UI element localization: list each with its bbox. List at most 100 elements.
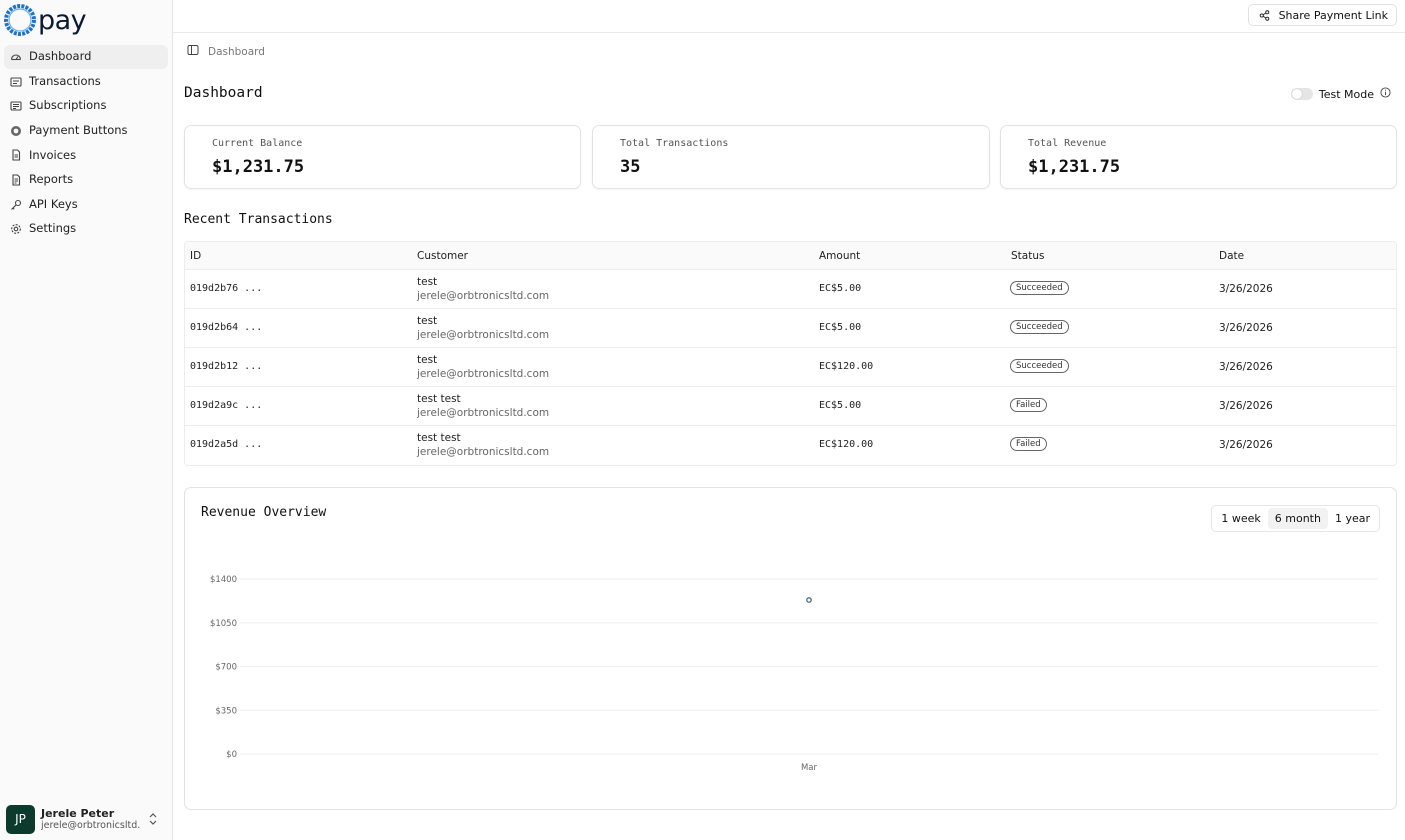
total-revenue-card: Total Revenue $1,231.75: [1000, 125, 1397, 189]
customer-email: jerele@orbtronicsltd.com: [417, 446, 550, 458]
test-mode-toggle[interactable]: [1290, 88, 1313, 100]
key-icon: [9, 198, 22, 211]
sidebar-item-reports[interactable]: Reports: [4, 168, 168, 192]
user-name: Jerele Peter: [41, 806, 115, 820]
column-header-status: Status: [1011, 250, 1045, 262]
table-row[interactable]: 019d2b76 ... test jerele@orbtronicsltd.com…: [185, 270, 1396, 309]
sidebar-item-label: Subscriptions: [29, 98, 107, 113]
table-header: ID Customer Amount Status Date: [185, 242, 1396, 270]
customer-email: jerele@orbtronicsltd.com: [417, 329, 550, 341]
stat-value: $1,231.75: [1028, 157, 1121, 177]
transaction-id: 019d2b64 ...: [190, 322, 263, 333]
page-title: Dashboard: [184, 85, 263, 101]
column-header-customer: Customer: [417, 250, 469, 262]
transaction-amount: EC$5.00: [819, 283, 862, 294]
sidebar-item-settings[interactable]: Settings: [4, 217, 168, 241]
sidebar-nav: Dashboard Transactions Subscriptions Paymen…: [4, 45, 168, 242]
y-tick-label: $0: [226, 750, 237, 760]
gear-icon: [9, 223, 22, 236]
table-row[interactable]: 019d2a9c ... test test jerele@orbtronicslt…: [185, 387, 1396, 426]
sidebar-item-label: Transactions: [29, 73, 101, 88]
topbar: Share Payment Link: [173, 0, 1405, 33]
customer-email: jerele@orbtronicsltd.com: [417, 290, 550, 302]
sidebar-item-label: API Keys: [29, 196, 78, 211]
recent-transactions-table: ID Customer Amount Status Date 019d2b76 …: [184, 241, 1397, 466]
file-icon: [9, 149, 22, 162]
share-payment-link-button[interactable]: Share Payment Link: [1247, 4, 1397, 26]
table-row[interactable]: 019d2b12 ... test jerele@orbtronicsltd.com…: [185, 348, 1396, 387]
x-tick-label: Mar: [801, 763, 818, 773]
status-badge: Failed: [1010, 437, 1047, 451]
transaction-date: 3/26/2026: [1219, 361, 1273, 373]
info-icon[interactable]: [1380, 87, 1391, 101]
stat-label: Total Transactions: [620, 138, 729, 149]
status-badge: Succeeded: [1010, 320, 1069, 334]
transaction-id: 019d2a5d ...: [190, 439, 263, 450]
customer-email: jerele@orbtronicsltd.com: [417, 368, 550, 380]
stat-value: $1,231.75: [212, 157, 305, 177]
column-header-id: ID: [190, 250, 202, 262]
test-mode-label: Test Mode: [1318, 87, 1374, 101]
status-badge: Failed: [1010, 398, 1047, 412]
sidebar-item-label: Dashboard: [29, 49, 92, 64]
y-tick-label: $700: [215, 663, 237, 673]
total-transactions-card: Total Transactions 35: [592, 125, 990, 189]
breadcrumb-current: Dashboard: [208, 46, 265, 58]
sidebar-item-api-keys[interactable]: API Keys: [4, 193, 168, 217]
customer-name: test test: [417, 432, 461, 444]
stat-label: Current Balance: [212, 138, 303, 149]
stat-label: Total Revenue: [1028, 138, 1107, 149]
transaction-id: 019d2b76 ...: [190, 283, 263, 294]
customer-name: test: [417, 354, 438, 366]
sidebar-toggle-icon[interactable]: [187, 44, 199, 60]
avatar: JP: [6, 804, 35, 834]
sidebar-item-invoices[interactable]: Invoices: [4, 143, 168, 167]
status-badge: Succeeded: [1010, 281, 1069, 295]
breadcrumb: Dashboard: [187, 45, 265, 59]
revenue-chart: $0 $350 $700 $1050 $1400 Mar: [210, 575, 1378, 773]
table-row[interactable]: 019d2a5d ... test test jerele@orbtronicslt…: [185, 426, 1396, 465]
layers-icon: [9, 100, 22, 113]
table-row[interactable]: 019d2b64 ... test jerele@orbtronicsltd.com…: [185, 309, 1396, 348]
chevron-up-down-icon: [148, 812, 158, 830]
user-email: jerele@orbtronicsltd....: [41, 819, 141, 831]
transaction-date: 3/26/2026: [1219, 322, 1273, 334]
transaction-amount: EC$120.00: [819, 439, 874, 450]
user-menu[interactable]: JP Jerele Peter jerele@orbtronicsltd....: [6, 804, 168, 834]
sidebar-item-transactions[interactable]: Transactions: [4, 70, 168, 94]
y-tick-label: $350: [215, 706, 237, 716]
customer-email: jerele@orbtronicsltd.com: [417, 407, 550, 419]
transaction-amount: EC$120.00: [819, 361, 874, 372]
customer-name: test test: [417, 393, 461, 405]
sidebar-item-label: Payment Buttons: [29, 123, 128, 138]
opay-ring-logo-icon: [4, 4, 36, 36]
sidebar-item-label: Settings: [29, 221, 77, 236]
current-balance-card: Current Balance $1,231.75: [184, 125, 581, 189]
sidebar-item-payment-buttons[interactable]: Payment Buttons: [4, 119, 168, 143]
y-tick-label: $1400: [210, 575, 237, 585]
transaction-id: 019d2b12 ...: [190, 361, 263, 372]
transaction-date: 3/26/2026: [1219, 283, 1273, 295]
transaction-date: 3/26/2026: [1219, 439, 1273, 451]
share-icon: [1259, 9, 1269, 21]
test-mode-control: Test Mode: [1290, 87, 1391, 101]
receipt-icon: [9, 75, 22, 88]
stat-value: 35: [620, 157, 641, 177]
logo-text: pay: [38, 4, 87, 36]
customer-name: test: [417, 276, 438, 288]
share-button-label: Share Payment Link: [1278, 8, 1388, 22]
sidebar-item-subscriptions[interactable]: Subscriptions: [4, 94, 168, 118]
y-tick-label: $1050: [210, 619, 237, 629]
logo[interactable]: pay: [3, 3, 87, 37]
revenue-overview-card: Revenue Overview 1 week 6 month 1 year $0 $…: [184, 487, 1397, 810]
recent-transactions-title: Recent Transactions: [184, 212, 333, 227]
report-icon: [9, 173, 22, 186]
sidebar-item-label: Reports: [29, 172, 74, 187]
sidebar-item-dashboard[interactable]: Dashboard: [4, 45, 168, 69]
gauge-icon: [9, 51, 22, 64]
transaction-id: 019d2a9c ...: [190, 400, 263, 411]
column-header-date: Date: [1219, 250, 1245, 262]
globe-icon: [9, 124, 22, 137]
sidebar: pay Dashboard Transactions Subscriptions Pa…: [0, 0, 173, 840]
data-point[interactable]: [806, 597, 812, 603]
